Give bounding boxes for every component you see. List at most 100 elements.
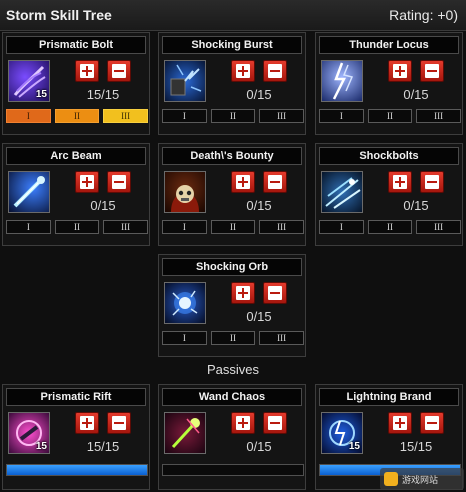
tier-3-button[interactable]: III: [259, 331, 305, 345]
increase-skill-button[interactable]: [75, 171, 99, 193]
arc-beam-icon[interactable]: [8, 171, 50, 213]
decrease-skill-button[interactable]: [107, 171, 131, 193]
increase-skill-button[interactable]: [231, 60, 255, 82]
wand-chaos-icon[interactable]: [164, 412, 206, 454]
increase-skill-button[interactable]: [388, 171, 412, 193]
plus-icon: [236, 64, 250, 78]
plus-icon: [393, 416, 407, 430]
tier-1-button[interactable]: I: [319, 220, 364, 234]
plus-icon: [236, 175, 250, 189]
tier-3-button[interactable]: III: [103, 109, 149, 123]
plus-icon: [393, 64, 407, 78]
plus-icon: [236, 416, 250, 430]
tier-1-button[interactable]: I: [162, 331, 207, 345]
skill-points-count: 0/15: [403, 87, 429, 102]
skill-points-count: 0/15: [246, 198, 272, 213]
tier-2-button[interactable]: II: [367, 109, 413, 123]
plus-icon: [80, 416, 94, 430]
minus-icon: [268, 175, 282, 189]
skill-points-count: 0/15: [90, 198, 116, 213]
tier-selector: I II III: [6, 109, 149, 123]
decrease-skill-button[interactable]: [420, 171, 444, 193]
skill-panel-thunder-locus: Thunder Locus 0/15 I II III: [315, 32, 463, 135]
tier-3-button[interactable]: III: [416, 220, 462, 234]
tier-2-button[interactable]: II: [54, 220, 100, 234]
decrease-passive-button[interactable]: [107, 412, 131, 434]
shocking-burst-icon[interactable]: [164, 60, 206, 102]
plus-icon: [236, 286, 250, 300]
tier-1-button[interactable]: I: [162, 109, 207, 123]
prismatic-bolt-icon[interactable]: 15: [8, 60, 50, 102]
minus-icon: [268, 416, 282, 430]
page-title: Storm Skill Tree: [6, 7, 112, 23]
skill-name: Shocking Burst: [162, 36, 302, 54]
increase-skill-button[interactable]: [231, 171, 255, 193]
skill-name: Arc Beam: [6, 147, 146, 165]
passive-progress-bar: [162, 464, 304, 476]
minus-icon: [425, 175, 439, 189]
skill-name: Thunder Locus: [319, 36, 459, 54]
skill-panel-shocking-orb: Shocking Orb 0/15 I II III: [158, 254, 306, 357]
decrease-skill-button[interactable]: [420, 60, 444, 82]
shocking-orb-icon[interactable]: [164, 282, 206, 324]
passive-progress-bar: [6, 464, 148, 476]
thunder-locus-icon[interactable]: [321, 60, 363, 102]
skill-panel-shockbolts: Shockbolts 0/15 I II III: [315, 143, 463, 246]
increase-passive-button[interactable]: [75, 412, 99, 434]
skill-panel-deaths-bounty: Death\'s Bounty 0/15 I II III: [158, 143, 306, 246]
window-header: Storm Skill Tree Rating: +0): [0, 0, 466, 31]
watermark-text: 游戏网站: [402, 475, 439, 485]
plus-icon: [80, 64, 94, 78]
deaths-bounty-icon[interactable]: [164, 171, 206, 213]
decrease-passive-button[interactable]: [263, 412, 287, 434]
tier-1-button[interactable]: I: [6, 220, 51, 234]
increase-passive-button[interactable]: [388, 412, 412, 434]
minus-icon: [112, 64, 126, 78]
tier-2-button[interactable]: II: [54, 109, 100, 123]
tier-3-button[interactable]: III: [416, 109, 462, 123]
increase-skill-button[interactable]: [75, 60, 99, 82]
tier-3-button[interactable]: III: [259, 220, 305, 234]
tier-1-button[interactable]: I: [162, 220, 207, 234]
decrease-skill-button[interactable]: [263, 60, 287, 82]
tier-1-button[interactable]: I: [319, 109, 364, 123]
skill-name: Death\'s Bounty: [162, 147, 302, 165]
tier-3-button[interactable]: III: [103, 220, 149, 234]
skill-panel-prismatic-bolt: Prismatic Bolt 15 15/15 I II III: [2, 32, 150, 135]
skill-name: Prismatic Bolt: [6, 36, 146, 54]
rating-readout: Rating: +0): [389, 7, 458, 23]
skill-panel-shocking-burst: Shocking Burst 0/15 I II III: [158, 32, 306, 135]
rank-badge: 15: [35, 89, 47, 100]
increase-skill-button[interactable]: [231, 282, 255, 304]
decrease-skill-button[interactable]: [263, 282, 287, 304]
increase-passive-button[interactable]: [231, 412, 255, 434]
passive-name: Wand Chaos: [162, 388, 302, 406]
decrease-skill-button[interactable]: [263, 171, 287, 193]
skill-name: Shockbolts: [319, 147, 459, 165]
rank-badge: 15: [35, 441, 47, 452]
watermark-logo: 游戏网站: [380, 468, 464, 490]
shockbolts-icon[interactable]: [321, 171, 363, 213]
increase-skill-button[interactable]: [388, 60, 412, 82]
decrease-passive-button[interactable]: [420, 412, 444, 434]
skill-name: Shocking Orb: [162, 258, 302, 276]
skill-points-count: 0/15: [403, 198, 429, 213]
lightning-brand-icon[interactable]: 15: [321, 412, 363, 454]
tier-1-button[interactable]: I: [6, 109, 51, 123]
rank-badge: 15: [348, 441, 360, 452]
tier-2-button[interactable]: II: [210, 220, 256, 234]
passive-points-count: 15/15: [86, 439, 120, 454]
passive-name: Prismatic Rift: [6, 388, 146, 406]
minus-icon: [112, 416, 126, 430]
tier-3-button[interactable]: III: [259, 109, 305, 123]
tier-2-button[interactable]: II: [210, 109, 256, 123]
decrease-skill-button[interactable]: [107, 60, 131, 82]
minus-icon: [268, 64, 282, 78]
tier-2-button[interactable]: II: [367, 220, 413, 234]
tier-selector: I II III: [319, 220, 462, 234]
passive-panel-wand-chaos: Wand Chaos 0/15: [158, 384, 306, 490]
prismatic-rift-icon[interactable]: 15: [8, 412, 50, 454]
tier-2-button[interactable]: II: [210, 331, 256, 345]
tier-selector: I II III: [162, 220, 305, 234]
skill-points-count: 0/15: [246, 87, 272, 102]
